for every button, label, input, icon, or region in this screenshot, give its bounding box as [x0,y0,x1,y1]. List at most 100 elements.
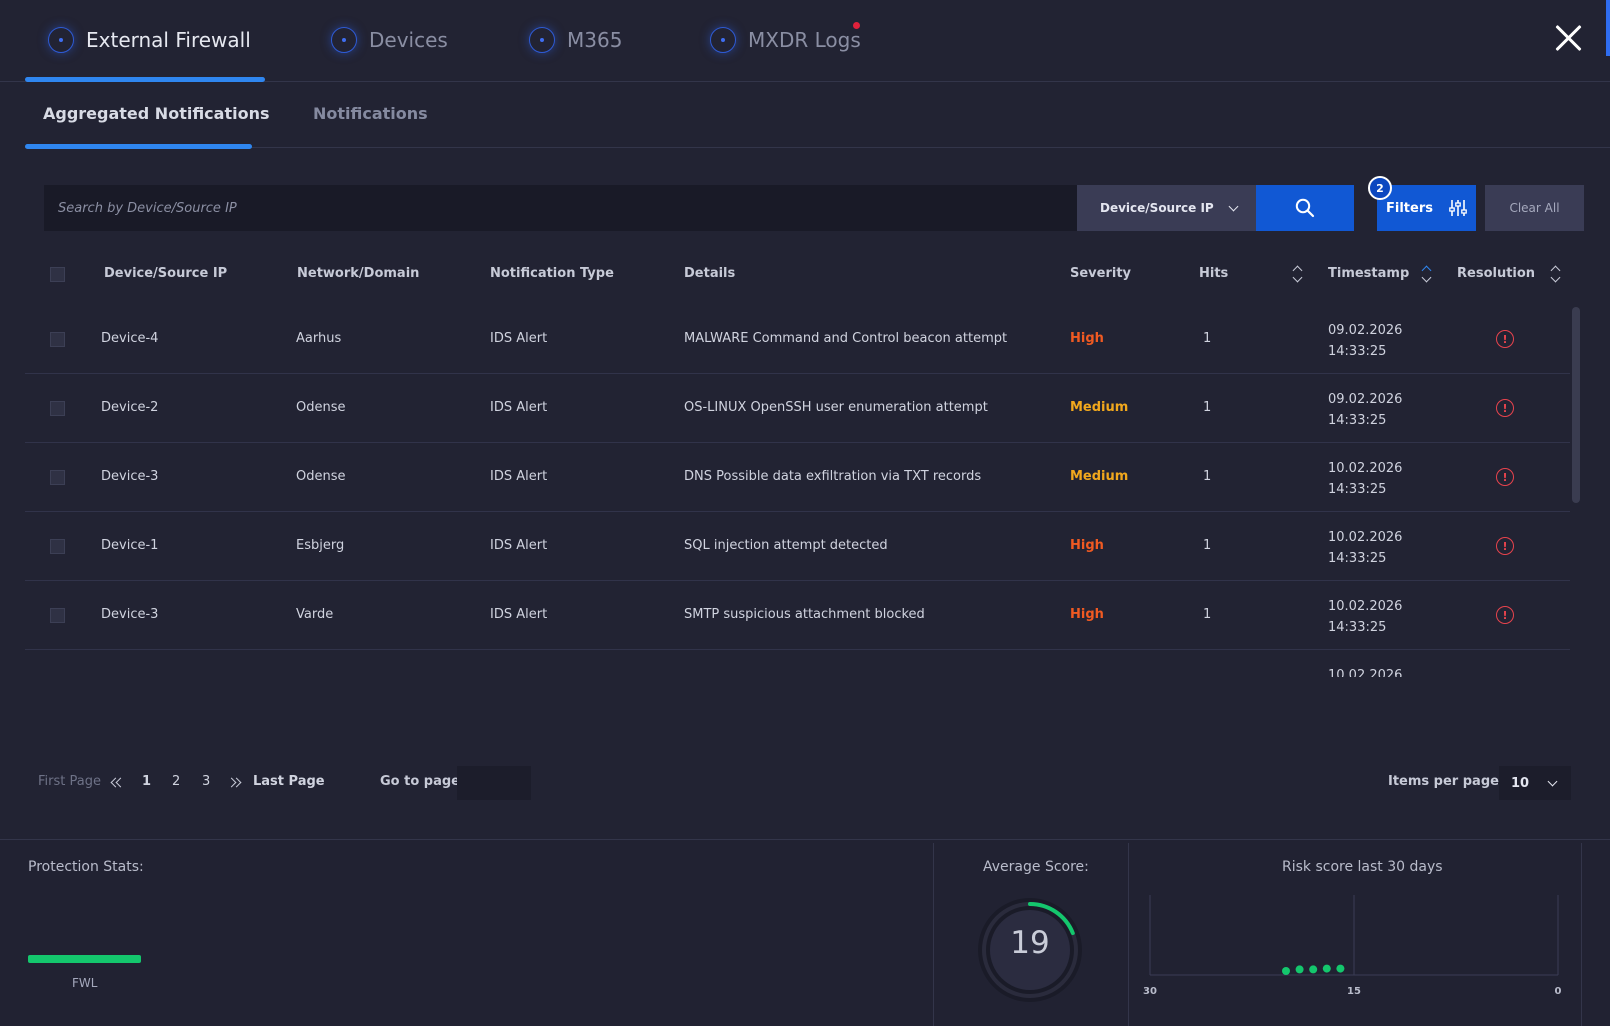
tab-aggregated-notifications[interactable]: Aggregated Notifications [43,104,270,123]
page-link-1[interactable]: 1 [142,774,151,794]
chevron-down-icon [1547,776,1558,786]
cell-hits: 1 [1203,607,1212,622]
column-header: Resolution [1457,266,1536,281]
row-checkbox[interactable] [50,470,65,485]
divider [1128,843,1129,1026]
timestamp-time: 14:33:25 [1328,551,1387,566]
filters-button[interactable]: Filters [1377,185,1476,231]
cell-type: IDS Alert [490,538,548,553]
cell-timestamp: 10.02.2026 [1328,665,1402,677]
cell-network: Varde [296,607,334,622]
cell-network: Esbjerg [296,538,345,553]
radar-icon [529,27,555,53]
last-page-link[interactable]: Last Page [253,774,325,794]
risk-point [1282,967,1290,975]
cell-severity: High [1070,538,1104,553]
cell-timestamp: 09.02.2026 14:33:25 [1328,320,1402,362]
risk-point [1295,965,1304,974]
double-chevron-right-icon[interactable] [226,775,243,791]
clear-all-button[interactable]: Clear All [1485,185,1584,231]
cell-type: IDS Alert [490,400,548,415]
select-all-checkbox[interactable] [50,267,65,282]
cell-hits: 1 [1203,331,1212,346]
search-button[interactable] [1256,185,1354,231]
average-score-title: Average Score: [983,859,1089,875]
cell-device: Device-4 [101,331,159,346]
risk-point [1336,964,1345,973]
timestamp-time: 14:33:25 [1328,413,1387,428]
radar-icon [48,27,74,53]
cell-severity: High [1070,607,1104,622]
sort-icon[interactable] [1291,264,1305,284]
scrollbar-thumb[interactable] [1572,307,1580,503]
table-row[interactable]: 10.02.2026! [25,650,1570,677]
table-row[interactable]: Device-3 Varde IDS Alert SMTP suspicious at… [25,581,1570,650]
cell-device: Device-1 [101,538,159,553]
goto-page-input[interactable] [457,766,531,800]
sub-tab-bar: Aggregated Notifications Notifications [25,82,1610,148]
page-link-2[interactable]: 2 [172,774,180,794]
cell-type: IDS Alert [490,469,548,484]
cell-timestamp: 10.02.2026 14:33:25 [1328,458,1402,500]
alert-circle-icon[interactable]: ! [1496,468,1514,486]
sliders-icon [1449,200,1467,216]
table-row[interactable]: Device-2 Odense IDS Alert OS-LINUX OpenSSH … [25,374,1570,443]
alert-circle-icon[interactable]: ! [1496,606,1514,624]
window-edge [1606,0,1610,56]
column-header: Notification Type [490,266,614,281]
search-type-dropdown[interactable]: Device/Source IP [1077,185,1256,231]
fwl-protection-bar [28,955,141,963]
table-row[interactable]: Device-4 Aarhus IDS Alert MALWARE Command a… [25,305,1570,374]
cell-details: MALWARE Command and Control beacon attem… [684,331,1008,346]
goto-page-label: Go to page: [380,774,466,789]
risk-point [1322,964,1331,973]
tab-mxdr-logs[interactable]: MXDR Logs [710,22,861,58]
tab-label: External Firewall [86,28,251,52]
sort-icon[interactable] [1420,264,1434,284]
tab-devices[interactable]: Devices [331,22,448,58]
cell-timestamp: 10.02.2026 14:33:25 [1328,527,1402,569]
timestamp-date: 09.02.2026 [1328,323,1403,338]
search-type-label: Device/Source IP [1100,201,1214,215]
timestamp-time: 14:33:25 [1328,620,1387,635]
protection-stats-title: Protection Stats: [28,859,144,875]
close-icon[interactable] [1555,24,1583,52]
tab-notifications[interactable]: Notifications [313,104,428,123]
cell-timestamp: 10.02.2026 14:33:25 [1328,596,1402,638]
row-checkbox[interactable] [50,608,65,623]
double-chevron-left-icon[interactable] [109,775,126,791]
radar-icon [710,27,736,53]
cell-details: OS-LINUX OpenSSH user enumeration attemp… [684,400,988,415]
filters-label: Filters [1386,200,1433,216]
divider [933,843,934,1026]
chevron-down-icon [1228,201,1239,211]
tab-label: MXDR Logs [748,28,861,52]
row-checkbox[interactable] [50,401,65,416]
fwl-label: FWL [72,976,98,990]
timestamp-date: 09.02.2026 [1328,392,1403,407]
search-input[interactable] [44,185,1077,231]
row-checkbox[interactable] [50,539,65,554]
timestamp-time: 14:33:25 [1328,344,1387,359]
alert-circle-icon[interactable]: ! [1496,399,1514,417]
cell-hits: 1 [1203,469,1212,484]
tab-m365[interactable]: M365 [529,22,622,58]
filters-count-badge: 2 [1368,176,1392,200]
column-header: Network/Domain [297,266,420,281]
cell-network: Odense [296,400,346,415]
alert-circle-icon[interactable]: ! [1496,537,1514,555]
tab-label: Devices [369,28,448,52]
sort-icon[interactable] [1549,264,1563,284]
table-row[interactable]: Device-3 Odense IDS Alert DNS Possible data… [25,443,1570,512]
items-per-page-select[interactable]: 10 [1499,766,1571,800]
table-body: Device-4 Aarhus IDS Alert MALWARE Command a… [25,305,1570,677]
tab-external-firewall[interactable]: External Firewall [48,22,251,58]
alert-circle-icon[interactable]: ! [1496,330,1514,348]
table-row[interactable]: Device-1 Esbjerg IDS Alert SQL injection at… [25,512,1570,581]
row-checkbox[interactable] [50,332,65,347]
first-page-link[interactable]: First Page [38,774,101,794]
page-link-3[interactable]: 3 [202,774,210,794]
cell-type: IDS Alert [490,607,548,622]
cell-hits: 1 [1203,538,1212,553]
cell-hits: 1 [1203,400,1212,415]
